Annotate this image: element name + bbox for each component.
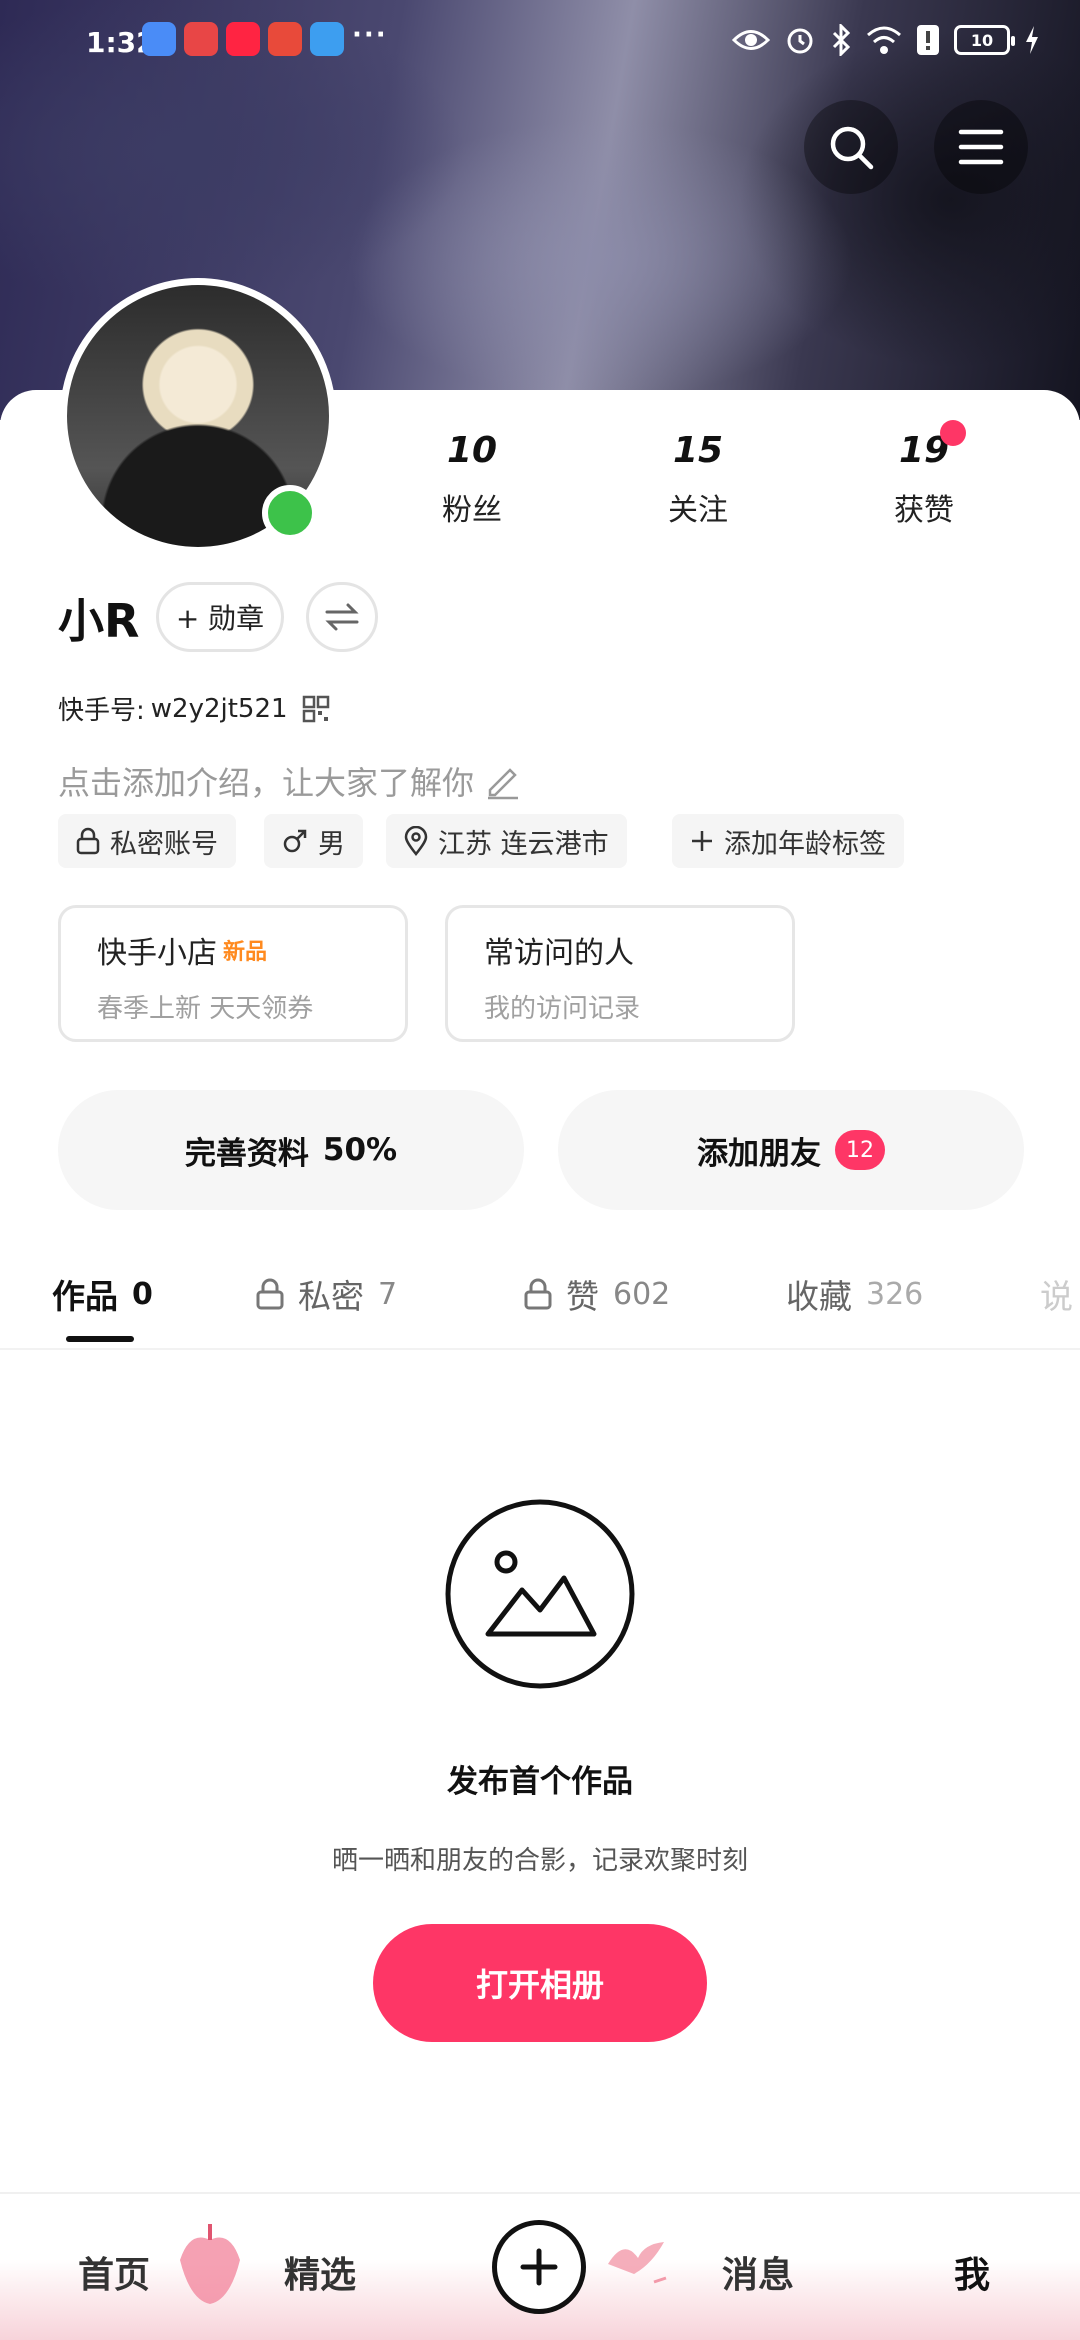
male-icon bbox=[283, 829, 307, 853]
nav-messages[interactable]: 消息 bbox=[722, 2246, 794, 2298]
plus-icon bbox=[692, 831, 712, 851]
tab-works-count: 0 bbox=[132, 1276, 153, 1312]
tab-private[interactable]: 私密 7 bbox=[256, 1270, 397, 1318]
create-post-button[interactable] bbox=[492, 2220, 586, 2314]
new-products-badge: 新品 bbox=[223, 940, 268, 965]
profile-card bbox=[0, 390, 1080, 2340]
stat-likes[interactable]: 19 获赞 bbox=[864, 430, 984, 529]
wifi-icon bbox=[867, 26, 901, 54]
edit-pencil-icon bbox=[488, 768, 519, 800]
following-label: 关注 bbox=[668, 493, 728, 528]
likes-label: 获赞 bbox=[894, 493, 954, 528]
nav-home[interactable]: 首页 bbox=[78, 2246, 150, 2298]
tab-works[interactable]: 作品 0 bbox=[52, 1270, 153, 1318]
empty-state-title: 发布首个作品 bbox=[447, 1764, 633, 1800]
charging-icon bbox=[1026, 26, 1038, 54]
eye-icon bbox=[732, 30, 770, 50]
kuaishou-id: w2y2jt521 bbox=[150, 693, 288, 724]
bird-decoration-icon bbox=[608, 2242, 667, 2284]
visitors-subtitle: 我的访问记录 bbox=[484, 994, 641, 1024]
likes-count: 19 bbox=[898, 430, 950, 471]
tag-private-account[interactable]: 私密账号 bbox=[58, 814, 236, 868]
shop-title-row: 快手小店 新品 bbox=[97, 928, 405, 972]
content-tabs: 作品 0 私密 7 赞 602 收藏 326 说 bbox=[0, 1240, 1080, 1350]
shop-title: 快手小店 bbox=[97, 936, 217, 971]
alarm-icon bbox=[787, 28, 813, 54]
tag-location-label: 江苏 连云港市 bbox=[438, 828, 609, 860]
add-badge-button[interactable]: + 勋章 bbox=[156, 582, 284, 652]
shop-subtitle: 春季上新 天天领券 bbox=[97, 994, 314, 1024]
followers-count: 10 bbox=[446, 430, 498, 471]
active-tab-indicator bbox=[66, 1336, 134, 1342]
swap-arrows-icon bbox=[325, 603, 359, 631]
kuaishou-shop-card[interactable]: 快手小店 新品 春季上新 天天领券 bbox=[58, 905, 408, 1042]
status-icons: 10 bbox=[732, 20, 1040, 60]
lock-icon bbox=[76, 827, 100, 855]
following-count: 15 bbox=[672, 430, 724, 471]
open-album-button[interactable]: 打开相册 bbox=[373, 1924, 707, 2042]
nav-featured[interactable]: 精选 bbox=[284, 2246, 356, 2298]
tag-private-account-label: 私密账号 bbox=[110, 828, 218, 860]
tab-likes[interactable]: 赞 602 bbox=[524, 1270, 670, 1318]
visitors-title: 常访问的人 bbox=[484, 936, 634, 971]
festive-lantern-decoration-icon bbox=[180, 2224, 240, 2304]
tab-favorites-count: 326 bbox=[866, 1276, 924, 1312]
menu-icon bbox=[958, 129, 1004, 165]
tab-favorites[interactable]: 收藏 326 bbox=[786, 1270, 923, 1318]
cloud-app-icon bbox=[142, 22, 176, 56]
kuaishou-id-label: 快手号: bbox=[58, 696, 145, 726]
tab-works-label: 作品 bbox=[52, 1277, 118, 1316]
tab-private-count: 7 bbox=[378, 1276, 398, 1312]
xiaohongshu-app-icon bbox=[226, 22, 260, 56]
likes-notification-dot bbox=[940, 420, 966, 446]
complete-profile-button[interactable]: 完善资料 50% bbox=[58, 1090, 524, 1210]
kuaishou-id-row[interactable]: 快手号: w2y2jt521 bbox=[58, 690, 330, 727]
stat-following[interactable]: 15 关注 bbox=[638, 430, 758, 529]
tab-private-label: 私密 bbox=[298, 1277, 364, 1316]
huawei-app-icon bbox=[268, 22, 302, 56]
search-button[interactable] bbox=[804, 100, 898, 194]
location-pin-icon bbox=[404, 826, 428, 856]
add-intro-prompt[interactable]: 点击添加介绍，让大家了解你 bbox=[58, 758, 522, 804]
complete-profile-label: 完善资料 bbox=[184, 1135, 309, 1172]
tab-more[interactable]: 说 bbox=[1040, 1270, 1073, 1318]
tag-add-age[interactable]: 添加年龄标签 bbox=[672, 814, 904, 868]
tab-more-label: 说 bbox=[1040, 1277, 1073, 1316]
bluetooth-icon bbox=[832, 24, 851, 56]
username: 小R bbox=[58, 594, 140, 648]
tab-likes-count: 602 bbox=[613, 1276, 671, 1312]
tab-favorites-label: 收藏 bbox=[786, 1277, 852, 1316]
add-friends-button[interactable]: 添加朋友 12 bbox=[558, 1090, 1024, 1210]
intro-placeholder: 点击添加介绍，让大家了解你 bbox=[58, 764, 475, 802]
browser-app-icon bbox=[310, 22, 344, 56]
nav-me[interactable]: 我 bbox=[954, 2246, 990, 2298]
tag-location[interactable]: 江苏 连云港市 bbox=[386, 814, 627, 868]
complete-profile-percent: 50% bbox=[322, 1132, 398, 1168]
tag-add-age-label: 添加年龄标签 bbox=[724, 828, 886, 860]
more-notifications-icon: ··· bbox=[352, 20, 388, 50]
lock-icon bbox=[524, 1278, 552, 1310]
lock-icon bbox=[256, 1278, 284, 1310]
tag-gender[interactable]: 男 bbox=[264, 814, 363, 868]
frequent-visitors-card[interactable]: 常访问的人 我的访问记录 bbox=[445, 905, 795, 1042]
empty-state-subtitle: 晒一晒和朋友的合影，记录欢聚时刻 bbox=[331, 1846, 748, 1876]
plus-icon bbox=[520, 2248, 558, 2286]
bottom-navigation: 首页 精选 消息 我 bbox=[0, 2192, 1080, 2340]
add-friends-label: 添加朋友 bbox=[697, 1135, 821, 1172]
image-placeholder-icon bbox=[445, 1499, 635, 1689]
followers-label: 粉丝 bbox=[442, 493, 502, 528]
battery-indicator: 10 bbox=[954, 25, 1015, 55]
tag-gender-label: 男 bbox=[318, 828, 345, 860]
switch-account-button[interactable] bbox=[306, 582, 378, 652]
add-friends-count-badge: 12 bbox=[835, 1130, 885, 1170]
status-bar: 1:32 ··· 10 bbox=[0, 0, 1080, 80]
sim-alert-icon bbox=[917, 25, 939, 55]
search-icon bbox=[830, 126, 874, 170]
stat-followers[interactable]: 10 粉丝 bbox=[412, 430, 532, 529]
qr-code-icon[interactable] bbox=[302, 695, 330, 723]
online-status-dot bbox=[262, 485, 318, 541]
menu-button[interactable] bbox=[934, 100, 1028, 194]
reader-app-icon bbox=[184, 22, 218, 56]
tab-likes-label: 赞 bbox=[566, 1277, 599, 1316]
